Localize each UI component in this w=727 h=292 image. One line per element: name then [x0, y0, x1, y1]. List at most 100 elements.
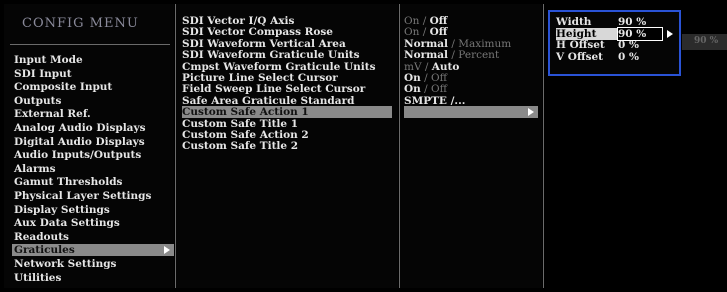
submenu-item-cmpst-waveform-graticule-units[interactable]: Cmpst Waveform Graticule Units	[182, 61, 392, 73]
config-item-label: Outputs	[14, 94, 62, 107]
config-item-label: Graticules	[14, 244, 75, 257]
submenu-item-custom-safe-title-2[interactable]: Custom Safe Title 2	[182, 140, 392, 152]
popup-row-value[interactable]: 0 %	[618, 51, 662, 63]
value-separator: /	[448, 49, 459, 62]
config-item-readouts[interactable]: Readouts	[12, 231, 174, 243]
popup-arrow-icon	[667, 29, 673, 38]
value-option-a[interactable]: SMPTE /...	[404, 95, 465, 107]
popup-row-value[interactable]: 0 %	[618, 39, 662, 51]
popup-row-h-offset[interactable]: H Offset 0 %	[556, 39, 662, 51]
faded-value: 90 %	[682, 34, 727, 50]
value-row[interactable]: On / Off	[404, 26, 447, 38]
popup-row-label: H Offset	[556, 39, 605, 51]
value-separator: /	[420, 83, 431, 96]
config-item-physical-layer-settings[interactable]: Physical Layer Settings	[12, 190, 174, 202]
divider-3	[543, 4, 544, 288]
value-option-b[interactable]: Auto	[432, 61, 460, 73]
title-divider	[10, 44, 170, 45]
popup-row-label: V Offset	[556, 50, 604, 63]
config-item-aux-data-settings[interactable]: Aux Data Settings	[12, 217, 174, 229]
config-item-utilities[interactable]: Utilities	[12, 272, 174, 284]
config-item-label: SDI Input	[14, 67, 72, 80]
submenu-arrow-icon	[164, 246, 170, 255]
value-row[interactable]: Normal / Maximum	[404, 38, 511, 50]
popup-row-width[interactable]: Width 90 %	[556, 16, 662, 28]
value-row[interactable]: On / Off	[404, 15, 447, 27]
config-item-label: External Ref.	[14, 108, 91, 121]
value-option-a[interactable]: On	[404, 15, 419, 27]
submenu-item-safe-area-graticule-standard[interactable]: Safe Area Graticule Standard	[182, 95, 392, 107]
config-item-sdi-input[interactable]: SDI Input	[12, 68, 174, 80]
submenu-item-custom-safe-title-1[interactable]: Custom Safe Title 1	[182, 118, 392, 130]
value-arrow-icon	[528, 108, 534, 117]
config-item-label: Utilities	[14, 271, 62, 284]
config-item-label: Input Mode	[14, 54, 83, 66]
submenu-item-sdi-vector-compass-rose[interactable]: SDI Vector Compass Rose	[182, 26, 392, 38]
submenu-item-sdi-waveform-vertical-area[interactable]: SDI Waveform Vertical Area	[182, 38, 392, 50]
value-option-a[interactable]: mV	[404, 61, 422, 73]
value-row[interactable]: SMPTE /...	[404, 95, 465, 107]
value-option-b[interactable]: Off	[431, 72, 447, 84]
config-item-audio-inputs-outputs[interactable]: Audio Inputs/Outputs	[12, 149, 174, 161]
value-option-a[interactable]: On	[404, 72, 421, 84]
popup-row-height[interactable]: Height 90 %	[556, 26, 673, 41]
value-row[interactable]: Normal / Percent	[404, 49, 499, 61]
config-item-alarms[interactable]: Alarms	[12, 163, 174, 175]
value-separator: /	[448, 37, 459, 50]
safe-area-popup: Width 90 % Height 90 % H Offset 0 % V Offset 0 …	[548, 10, 681, 76]
config-item-digital-audio-displays[interactable]: Digital Audio Displays	[12, 136, 174, 148]
popup-row-label: Height	[556, 27, 618, 40]
config-item-label: Gamut Thresholds	[14, 176, 123, 189]
submenu-item-custom-safe-action-2[interactable]: Custom Safe Action 2	[182, 129, 392, 141]
config-item-label: Network Settings	[14, 258, 117, 270]
config-item-graticules[interactable]: Graticules	[12, 244, 174, 257]
submenu-item-picture-line-select-cursor[interactable]: Picture Line Select Cursor	[182, 72, 392, 84]
config-item-gamut-thresholds[interactable]: Gamut Thresholds	[12, 176, 174, 188]
value-option-b[interactable]: Off	[430, 15, 448, 27]
config-item-label: Composite Input	[14, 81, 113, 94]
value-row[interactable]: mV / Auto	[404, 61, 459, 73]
values-panel: On / Off On / Off Normal / Maximum Normal /…	[400, 4, 542, 288]
config-item-label: Physical Layer Settings	[14, 190, 152, 202]
config-item-label: Readouts	[14, 230, 69, 243]
value-separator: /	[420, 72, 431, 84]
faded-value-text: 90 %	[694, 36, 719, 46]
submenu-item-field-sweep-line-select-cursor[interactable]: Field Sweep Line Select Cursor	[182, 83, 392, 95]
config-item-label: Audio Inputs/Outputs	[14, 149, 142, 162]
config-item-analog-audio-displays[interactable]: Analog Audio Displays	[12, 122, 174, 134]
config-item-outputs[interactable]: Outputs	[12, 95, 174, 107]
config-item-network-settings[interactable]: Network Settings	[12, 258, 174, 270]
value-separator: /	[419, 15, 430, 27]
config-menu-title: CONFIG MENU	[22, 16, 139, 31]
popup-row-value[interactable]: 90 %	[617, 26, 663, 41]
submenu-item-sdi-waveform-graticule-units[interactable]: SDI Waveform Graticule Units	[182, 49, 392, 61]
config-item-display-settings[interactable]: Display Settings	[12, 204, 174, 216]
value-option-b[interactable]: Off	[430, 26, 448, 38]
submenu-panel: SDI Vector I/Q Axis SDI Vector Compass Ro…	[176, 4, 398, 288]
value-row[interactable]: On / Off	[404, 83, 447, 95]
value-separator: /	[421, 60, 432, 73]
value-option-b[interactable]: Off	[431, 83, 447, 95]
popup-row-label: Width	[556, 16, 592, 28]
popup-row-value[interactable]: 90 %	[618, 16, 662, 28]
submenu-item-custom-safe-action-1[interactable]: Custom Safe Action 1	[182, 106, 392, 119]
value-selected-bar[interactable]	[404, 106, 538, 119]
config-item-label: Display Settings	[14, 203, 110, 216]
config-item-composite-input[interactable]: Composite Input	[12, 81, 174, 93]
value-option-a[interactable]: On	[404, 26, 419, 38]
value-option-a[interactable]: On	[404, 83, 421, 95]
config-item-label: Analog Audio Displays	[14, 122, 146, 134]
submenu-item-sdi-vector-i-q-axis[interactable]: SDI Vector I/Q Axis	[182, 15, 392, 27]
value-separator: /	[419, 26, 430, 39]
config-item-input-mode[interactable]: Input Mode	[12, 54, 174, 66]
config-item-external-ref[interactable]: External Ref.	[12, 108, 174, 120]
value-row[interactable]: On / Off	[404, 72, 447, 84]
config-item-label: Digital Audio Displays	[14, 135, 145, 148]
config-item-label: Aux Data Settings	[14, 217, 120, 230]
popup-row-v-offset[interactable]: V Offset 0 %	[556, 51, 662, 63]
value-option-a[interactable]: Normal	[404, 49, 448, 61]
value-option-b[interactable]: Maximum	[458, 38, 511, 50]
value-option-b[interactable]: Percent	[458, 49, 499, 61]
config-item-label: Alarms	[14, 162, 56, 175]
value-option-a[interactable]: Normal	[404, 38, 448, 50]
